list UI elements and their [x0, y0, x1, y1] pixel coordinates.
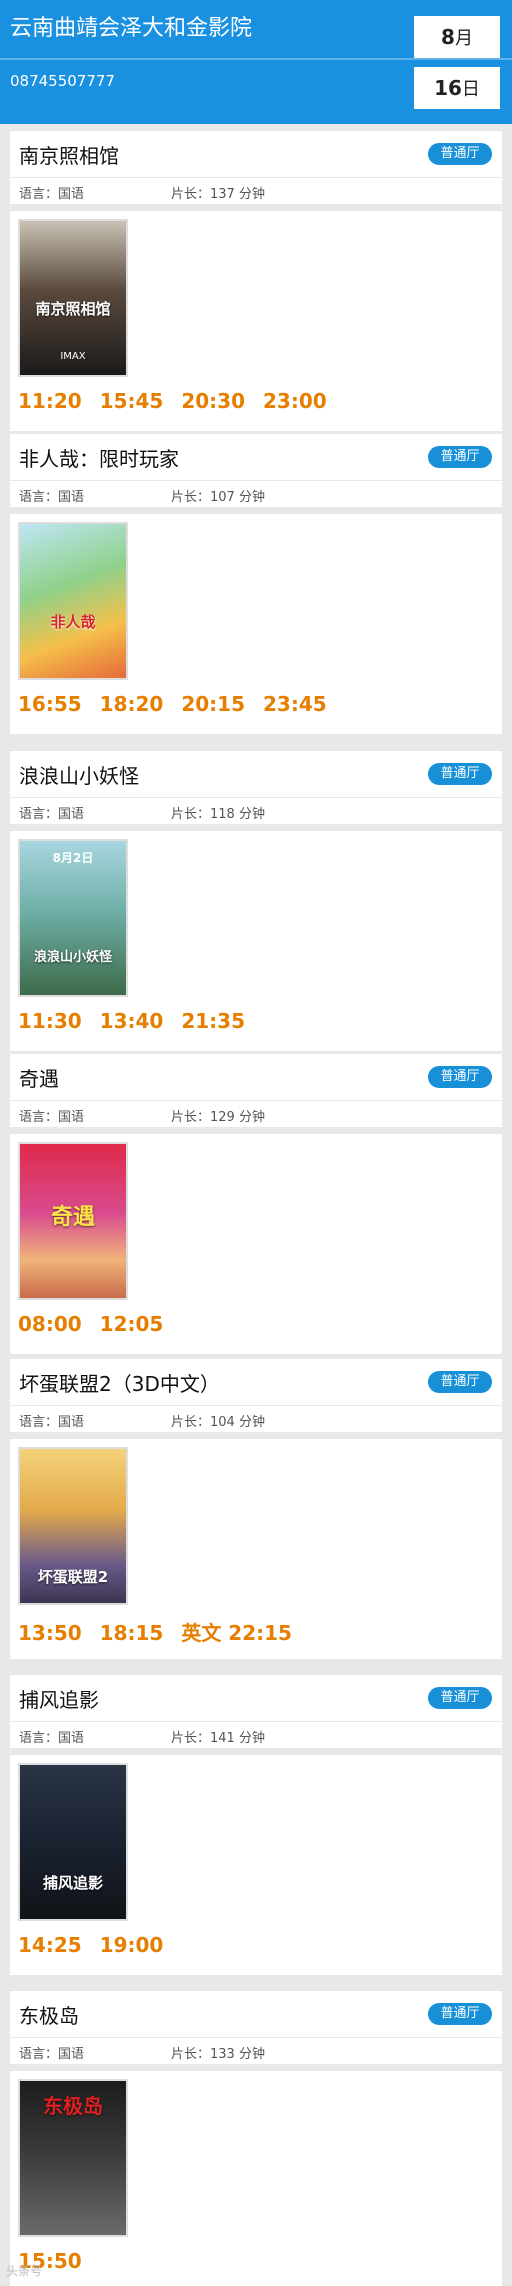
movie-body: 捕风追影 14:25 19:00	[10, 1755, 502, 1975]
cinema-header: 云南曲靖会泽大和金影院 08745507777 8月 16日	[0, 0, 512, 124]
showtime[interactable]: 16:55	[18, 692, 82, 716]
movie-body: 奇遇 08:00 12:05	[10, 1134, 502, 1354]
movie-language: 语言：国语	[19, 187, 85, 202]
movie-body: 8月2日 浪浪山小妖怪 11:30 13:40 21:35	[10, 831, 502, 1051]
movie-language: 语言：国语	[19, 1415, 85, 1430]
movie-title-bar[interactable]: 非人哉：限时玩家 普通厅	[10, 434, 502, 480]
movie-meta: 语言：国语 片长：107 分钟	[10, 481, 502, 507]
movie-duration: 片长：141 分钟	[171, 1731, 265, 1746]
movie-title[interactable]: 非人哉：限时玩家	[19, 443, 179, 472]
movie-poster[interactable]: 东极岛	[18, 2079, 128, 2237]
movie-body: 坏蛋联盟2 13:50 18:15 英文 22:15	[10, 1439, 502, 1659]
showtime[interactable]: 13:50	[18, 1621, 82, 1645]
hall-badge: 普通厅	[428, 2003, 492, 2025]
month-unit: 月	[454, 28, 473, 49]
movie-title-bar[interactable]: 捕风追影 普通厅	[10, 1675, 502, 1721]
movie-title-bar[interactable]: 南京照相馆 普通厅	[10, 131, 502, 177]
showtimes: 14:25 19:00	[18, 1933, 181, 1957]
movie-duration: 片长：118 分钟	[171, 807, 265, 822]
movie-meta: 语言：国语 片长：137 分钟	[10, 178, 502, 204]
hall-badge: 普通厅	[428, 1687, 492, 1709]
movie-poster[interactable]: 非人哉	[18, 522, 128, 680]
movie-title[interactable]: 奇遇	[19, 1063, 59, 1092]
showtime[interactable]: 11:20	[18, 389, 82, 413]
showtime[interactable]: 11:30	[18, 1009, 82, 1033]
movie-meta: 语言：国语 片长：104 分钟	[10, 1406, 502, 1432]
showtimes: 16:55 18:20 20:15 23:45	[18, 692, 345, 716]
hall-badge: 普通厅	[428, 1066, 492, 1088]
movie-language: 语言：国语	[19, 490, 85, 505]
movie-meta: 语言：国语 片长：129 分钟	[10, 1101, 502, 1127]
showtimes: 08:00 12:05	[18, 1312, 181, 1336]
day-unit: 日	[461, 79, 480, 100]
hall-badge: 普通厅	[428, 446, 492, 468]
hall-badge: 普通厅	[428, 763, 492, 785]
movie-title[interactable]: 南京照相馆	[19, 140, 119, 169]
watermark: 头条号	[6, 2264, 43, 2278]
cinema-phone[interactable]: 08745507777	[10, 72, 115, 90]
movie-language: 语言：国语	[19, 1110, 85, 1125]
movie-meta: 语言：国语 片长：141 分钟	[10, 1722, 502, 1748]
showtime[interactable]: 23:45	[263, 692, 327, 716]
movie-poster[interactable]: 南京照相馆 IMAX	[18, 219, 128, 377]
movie-duration: 片长：137 分钟	[171, 187, 265, 202]
movie-duration: 片长：133 分钟	[171, 2047, 265, 2062]
showtime[interactable]: 15:45	[100, 389, 164, 413]
showtime[interactable]: 14:25	[18, 1933, 82, 1957]
showtime[interactable]: 20:30	[181, 389, 245, 413]
showtime[interactable]: 18:20	[100, 692, 164, 716]
month-number: 8	[441, 25, 455, 49]
movie-meta: 语言：国语 片长：133 分钟	[10, 2038, 502, 2064]
movie-language: 语言：国语	[19, 807, 85, 822]
movie-title[interactable]: 东极岛	[19, 2000, 79, 2029]
hall-badge: 普通厅	[428, 143, 492, 165]
movie-duration: 片长：129 分钟	[171, 1110, 265, 1125]
movie-body: 非人哉 16:55 18:20 20:15 23:45	[10, 514, 502, 734]
movie-body: 南京照相馆 IMAX 11:20 15:45 20:30 23:00	[10, 211, 502, 431]
showtime[interactable]: 19:00	[100, 1933, 164, 1957]
movie-poster[interactable]: 捕风追影	[18, 1763, 128, 1921]
showtimes: 13:50 18:15 英文 22:15	[18, 1617, 310, 1646]
month-selector[interactable]: 8月	[414, 16, 500, 58]
movie-body: 东极岛 15:50	[10, 2071, 502, 2286]
showtime[interactable]: 20:15	[181, 692, 245, 716]
showtimes: 11:20 15:45 20:30 23:00	[18, 389, 345, 413]
movie-language: 语言：国语	[19, 1731, 85, 1746]
movie-title-bar[interactable]: 浪浪山小妖怪 普通厅	[10, 751, 502, 797]
movie-language: 语言：国语	[19, 2047, 85, 2062]
movie-duration: 片长：107 分钟	[171, 490, 265, 505]
movie-duration: 片长：104 分钟	[171, 1415, 265, 1430]
movie-poster[interactable]: 8月2日 浪浪山小妖怪	[18, 839, 128, 997]
showtime[interactable]: 23:00	[263, 389, 327, 413]
day-number: 16	[434, 76, 462, 100]
movie-title[interactable]: 坏蛋联盟2（3D中文）	[19, 1368, 220, 1397]
movie-title-bar[interactable]: 奇遇 普通厅	[10, 1054, 502, 1100]
movie-title-bar[interactable]: 东极岛 普通厅	[10, 1991, 502, 2037]
movie-poster[interactable]: 坏蛋联盟2	[18, 1447, 128, 1605]
showtime[interactable]: 12:05	[100, 1312, 164, 1336]
movie-title[interactable]: 浪浪山小妖怪	[19, 760, 139, 789]
showtime[interactable]: 21:35	[181, 1009, 245, 1033]
showtime[interactable]: 13:40	[100, 1009, 164, 1033]
showtime[interactable]: 英文 22:15	[181, 1621, 292, 1645]
movie-title[interactable]: 捕风追影	[19, 1684, 99, 1713]
showtime[interactable]: 18:15	[100, 1621, 164, 1645]
cinema-name: 云南曲靖会泽大和金影院	[10, 16, 253, 41]
hall-badge: 普通厅	[428, 1371, 492, 1393]
showtime[interactable]: 08:00	[18, 1312, 82, 1336]
day-selector[interactable]: 16日	[414, 67, 500, 109]
movie-poster[interactable]: 奇遇	[18, 1142, 128, 1300]
movie-meta: 语言：国语 片长：118 分钟	[10, 798, 502, 824]
movie-title-bar[interactable]: 坏蛋联盟2（3D中文） 普通厅	[10, 1359, 502, 1405]
header-divider	[0, 58, 512, 60]
showtimes: 11:30 13:40 21:35	[18, 1009, 263, 1033]
